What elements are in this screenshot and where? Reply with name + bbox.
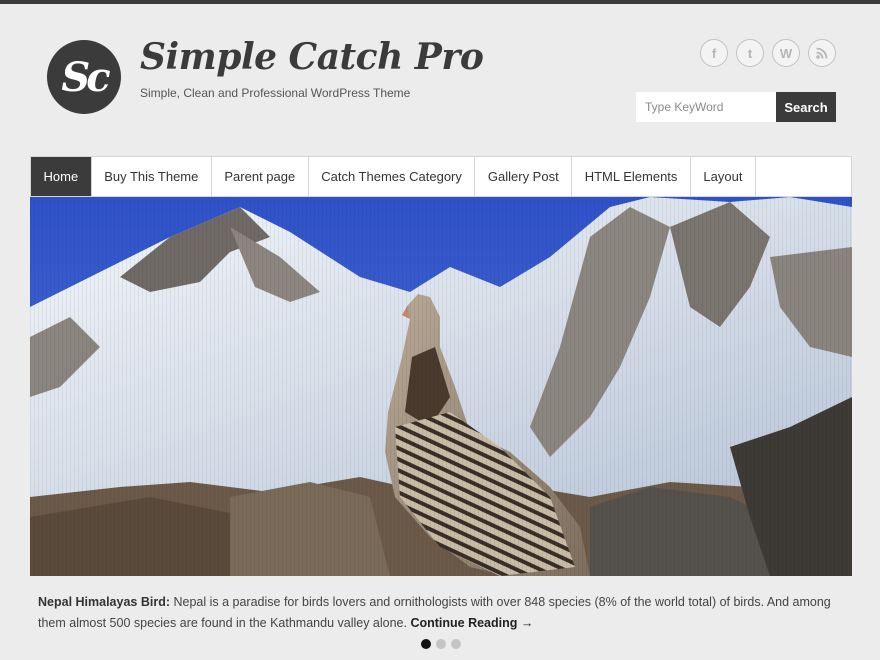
slider-pagination: [421, 639, 461, 649]
facebook-icon[interactable]: f: [700, 39, 728, 67]
wordpress-glyph: W: [779, 45, 793, 61]
site-tagline: Simple, Clean and Professional WordPress…: [140, 86, 411, 100]
twitter-icon[interactable]: t: [736, 39, 764, 67]
nav-item-buy-this-theme[interactable]: Buy This Theme: [92, 157, 212, 196]
featured-slide-image[interactable]: [30, 197, 852, 576]
nav-item-gallery-post[interactable]: Gallery Post: [475, 157, 573, 196]
logo-text: Sc: [61, 53, 110, 101]
slider-dot-3[interactable]: [451, 639, 461, 649]
nav-item-html-elements[interactable]: HTML Elements: [572, 157, 691, 196]
facebook-glyph: f: [711, 45, 717, 61]
site-title[interactable]: Simple Catch Pro: [140, 36, 484, 78]
social-icons: f t W: [700, 39, 836, 67]
slider-dot-2[interactable]: [436, 639, 446, 649]
slide-caption-title: Nepal Himalayas Bird:: [38, 595, 170, 609]
nav-item-parent-page[interactable]: Parent page: [212, 157, 309, 196]
nav-item-layout[interactable]: Layout: [691, 157, 756, 196]
nav-item-catch-themes-category[interactable]: Catch Themes Category: [309, 157, 476, 196]
site-logo[interactable]: Sc: [47, 40, 121, 114]
slide-caption: Nepal Himalayas Bird: Nepal is a paradis…: [38, 592, 838, 634]
main-nav: Home Buy This Theme Parent page Catch Th…: [30, 156, 852, 197]
rss-glyph: [816, 47, 828, 59]
top-bar: [0, 0, 880, 4]
nav-item-home[interactable]: Home: [31, 157, 92, 196]
continue-reading-link[interactable]: Continue Reading →: [410, 616, 533, 630]
rss-icon[interactable]: [808, 39, 836, 67]
wordpress-icon[interactable]: W: [772, 39, 800, 67]
search-input[interactable]: [636, 92, 776, 122]
slide-illustration: [30, 197, 852, 576]
twitter-glyph: t: [747, 45, 753, 61]
search-form: Search: [636, 92, 836, 122]
search-button[interactable]: Search: [776, 92, 836, 122]
slider-dot-1[interactable]: [421, 639, 431, 649]
